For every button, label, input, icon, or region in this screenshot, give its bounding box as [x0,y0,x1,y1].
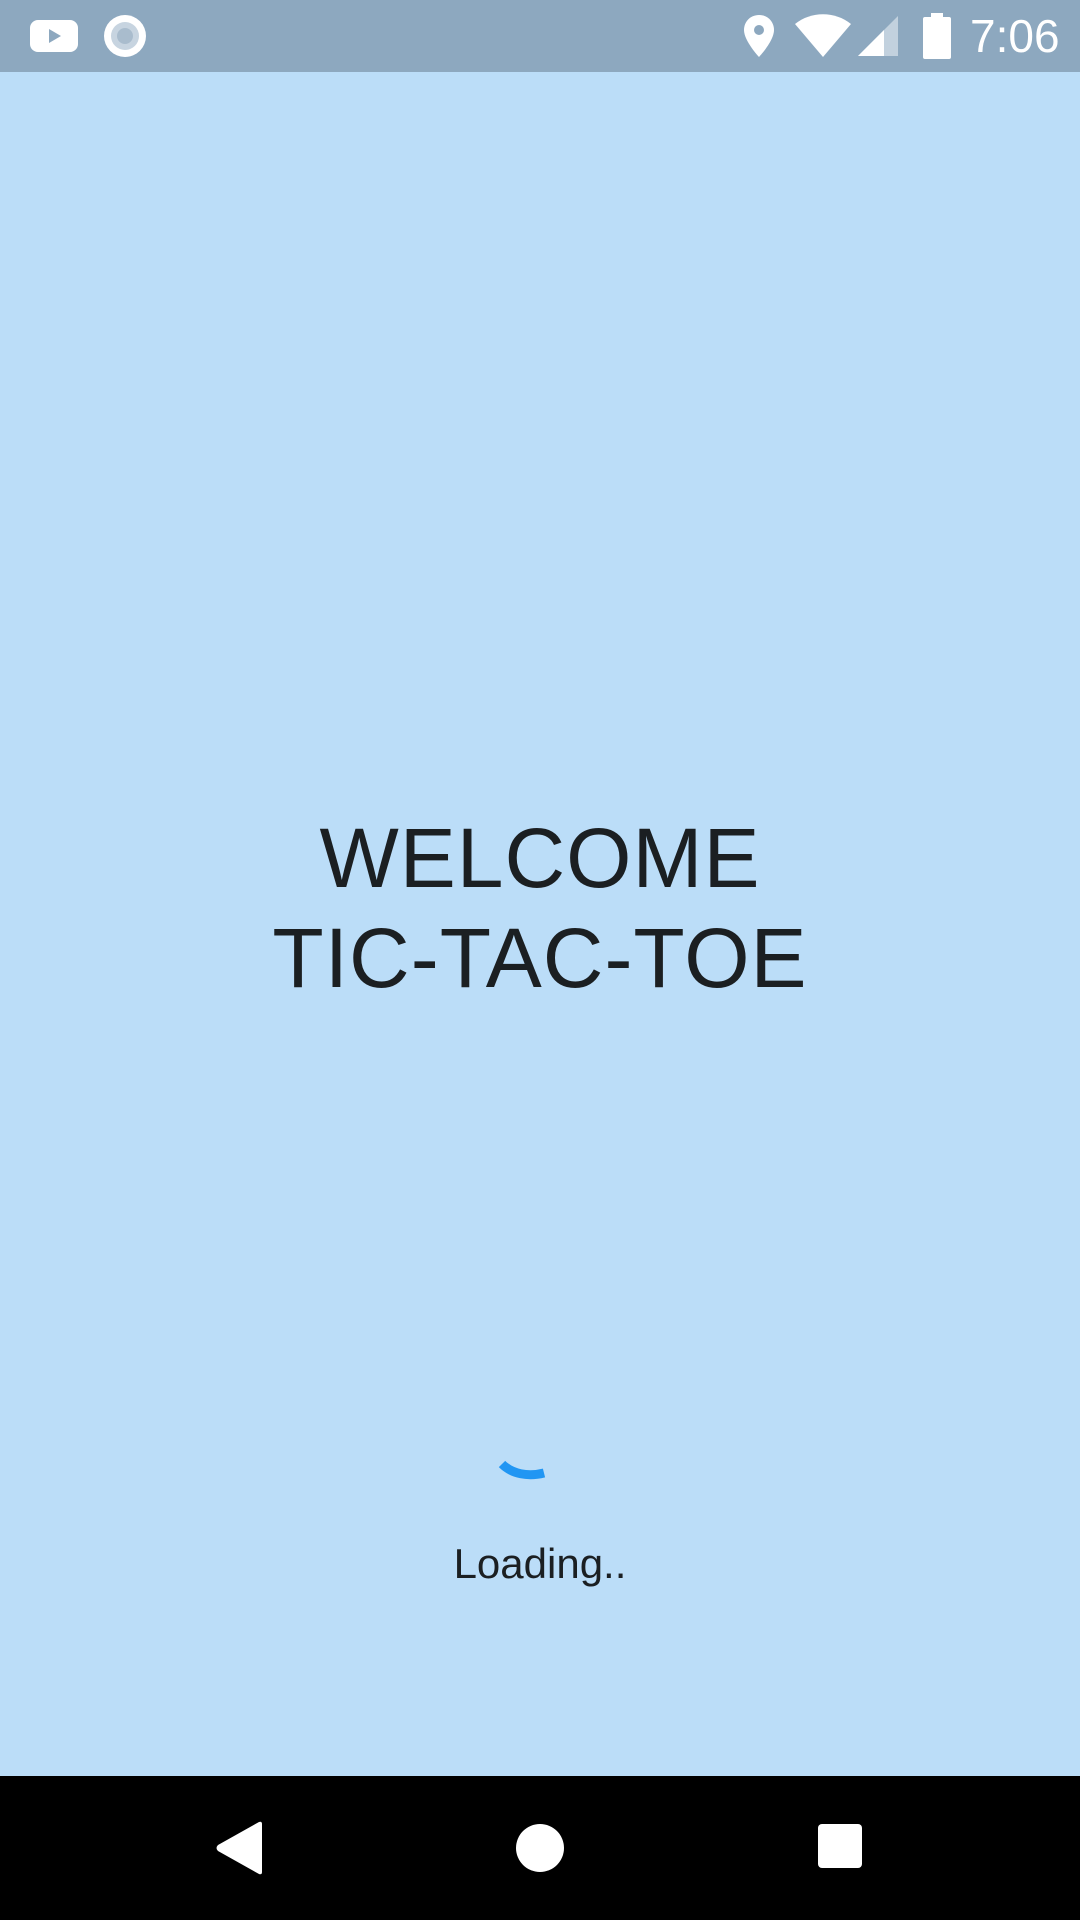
status-time: 7:06 [970,10,1060,62]
wifi-icon [795,14,851,57]
radio-icon [104,15,146,57]
welcome-title: WELCOME TIC-TAC-TOE [0,808,1080,1008]
loading-spinner-icon [498,1460,546,1480]
signal-icon [858,16,898,56]
welcome-line-2: TIC-TAC-TOE [272,911,808,1005]
recents-icon[interactable] [816,1822,864,1870]
location-icon [744,15,774,57]
home-icon[interactable] [512,1820,568,1876]
youtube-icon [30,20,78,52]
loading-text: Loading.. [453,1540,627,1587]
status-bar: 7:06 [0,0,1080,72]
battery-icon [923,13,951,59]
splash-screen: 7:06 WELCOME TIC-TAC-TOE Loading.. [0,0,1080,1920]
welcome-line-1: WELCOME [319,811,761,905]
back-icon[interactable] [212,1820,268,1876]
navigation-bar [0,1776,1080,1920]
